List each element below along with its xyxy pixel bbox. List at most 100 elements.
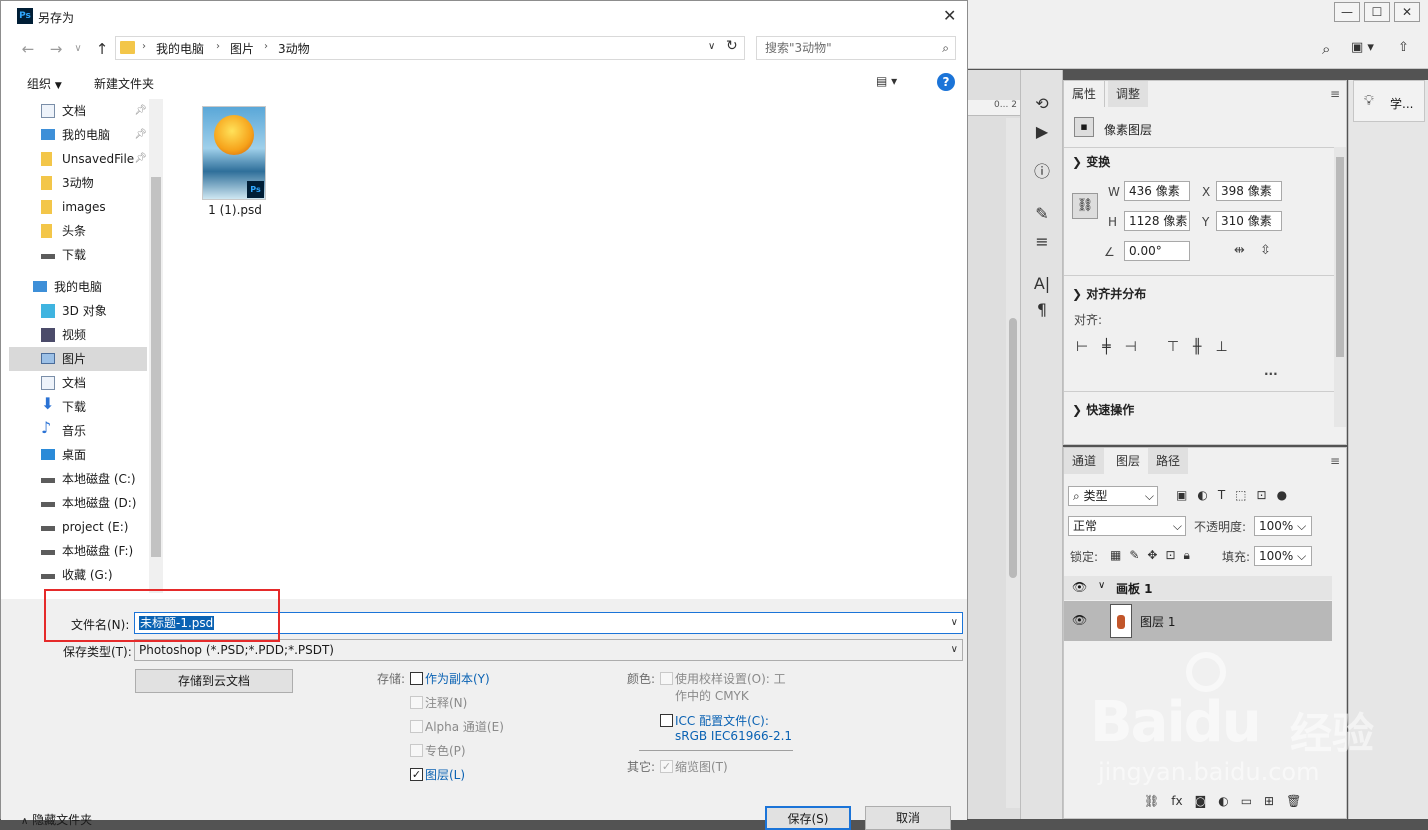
opacity-field[interactable]: 100% ⌵ — [1254, 516, 1312, 536]
chevron-down-icon[interactable]: ∨ — [708, 41, 715, 52]
shape-filter-icon[interactable]: ⬚ — [1235, 488, 1246, 502]
nav-item[interactable]: 本地磁盘 (F:) — [9, 539, 149, 563]
chevron-down-icon[interactable]: ∨ — [1098, 580, 1105, 591]
close-window-button[interactable]: ✕ — [1394, 2, 1420, 22]
panel-menu-icon[interactable]: ≡ — [1330, 87, 1340, 101]
proof-setup-checkbox[interactable] — [660, 672, 673, 685]
eye-icon[interactable]: 👁︎ — [1072, 613, 1087, 627]
nav-item[interactable]: 本地磁盘 (D:) — [9, 491, 149, 515]
smart-object-filter-icon[interactable]: ⊡ — [1257, 488, 1267, 502]
type-filter-icon[interactable]: T — [1218, 488, 1225, 502]
info-icon[interactable]: ⓘ — [1030, 162, 1054, 182]
character-icon[interactable]: A| — [1030, 274, 1054, 294]
nav-item[interactable]: ♪ 音乐 — [9, 419, 149, 443]
search-input[interactable]: 搜索"3动物" ⌕ — [756, 36, 956, 60]
nav-item[interactable]: 文档 — [9, 371, 149, 395]
notes-checkbox[interactable] — [410, 696, 423, 709]
flip-vertical-icon[interactable]: ⇳ — [1260, 243, 1271, 258]
history-icon[interactable]: ⟲ — [1030, 94, 1054, 114]
learn-tab[interactable]: 💡︎ 学... — [1353, 80, 1425, 122]
recent-chevron-icon[interactable]: ∨ — [67, 39, 89, 59]
filter-kind-select[interactable]: ⌕ 类型 ⌵ — [1068, 486, 1158, 506]
width-field[interactable]: 436 像素 — [1124, 181, 1190, 201]
nav-item[interactable]: 收藏 (G:) — [9, 563, 149, 587]
workspace-icon[interactable]: ▣ ▾ — [1351, 40, 1374, 55]
align-center-v-icon[interactable]: ╫ — [1193, 339, 1201, 355]
properties-scrollbar[interactable] — [1334, 147, 1346, 427]
tab-channels[interactable]: 通道 — [1064, 448, 1105, 474]
nav-item[interactable]: images — [9, 195, 149, 219]
nav-group-computer[interactable]: 我的电脑 — [9, 275, 149, 299]
filter-toggle-icon[interactable]: ● — [1277, 488, 1287, 502]
spot-colors-checkbox[interactable] — [410, 744, 423, 757]
align-right-icon[interactable]: ⊣ — [1125, 339, 1137, 355]
save-to-cloud-button[interactable]: 存储到云文档 — [135, 669, 293, 693]
save-button[interactable]: 保存(S) — [765, 806, 851, 830]
filetype-select[interactable]: Photoshop (*.PSD;*.PDD;*.PSDT) ∨ — [134, 639, 963, 661]
search-icon[interactable]: ⌕ — [1322, 40, 1330, 58]
refresh-icon[interactable]: ↻ — [726, 38, 738, 54]
scroll-thumb[interactable] — [1336, 157, 1344, 357]
lock-transparency-icon[interactable]: ▦ — [1110, 548, 1121, 563]
file-item[interactable]: Ps 1 (1).psd — [190, 105, 280, 221]
new-folder-button[interactable]: 新建文件夹 — [94, 75, 154, 92]
nav-item[interactable]: 3D 对象 — [9, 299, 149, 323]
icc-profile-checkbox[interactable] — [660, 714, 673, 727]
help-icon[interactable]: ? — [937, 73, 955, 91]
nav-item[interactable]: 视频 — [9, 323, 149, 347]
blend-mode-select[interactable]: 正常 ⌵ — [1068, 516, 1186, 536]
thumbnail-checkbox[interactable]: ✓ — [660, 760, 673, 773]
paragraph-icon[interactable]: ¶ — [1030, 300, 1054, 320]
back-arrow-icon[interactable]: ← — [17, 39, 39, 59]
minimize-button[interactable]: — — [1334, 2, 1360, 22]
nav-item[interactable]: project (E:) — [9, 515, 149, 539]
nav-item[interactable]: 下载 — [9, 243, 149, 267]
layer-row[interactable]: 👁︎ 图层 1 — [1064, 601, 1332, 641]
share-icon[interactable]: ⇧ — [1398, 40, 1409, 55]
adjustment-layer-icon[interactable]: ◐ — [1218, 794, 1228, 808]
new-layer-icon[interactable]: ⊞ — [1264, 794, 1274, 808]
lock-artboard-icon[interactable]: ⊡ — [1165, 548, 1175, 563]
align-center-h-icon[interactable]: ╪ — [1102, 339, 1110, 355]
tab-properties[interactable]: 属性 — [1064, 81, 1106, 107]
trash-icon[interactable]: 🗑︎ — [1286, 794, 1301, 808]
tab-layers[interactable]: 图层 — [1108, 448, 1150, 474]
nav-item[interactable]: 我的电脑 📌︎ — [9, 123, 149, 147]
transform-heading[interactable]: ❯ 变换 — [1072, 153, 1110, 170]
organize-menu[interactable]: 组织 ▼ — [27, 75, 62, 92]
cancel-button[interactable]: 取消 — [865, 806, 951, 830]
align-left-icon[interactable]: ⊢ — [1076, 339, 1088, 355]
artboard-row[interactable]: 👁︎ ∨ 画板 1 — [1064, 576, 1332, 600]
panel-menu-icon[interactable]: ≡ — [1330, 454, 1340, 468]
link-icon[interactable]: ⛓ — [1072, 193, 1098, 219]
eye-icon[interactable]: 👁︎ — [1072, 580, 1087, 594]
close-icon[interactable]: ✕ — [943, 6, 956, 25]
alpha-checkbox[interactable] — [410, 720, 423, 733]
breadcrumb-item[interactable]: 3动物 — [278, 40, 310, 57]
scroll-thumb[interactable] — [1009, 318, 1017, 578]
nav-item[interactable]: 桌面 — [9, 443, 149, 467]
breadcrumb[interactable]: › 我的电脑 › 图片 › 3动物 ∨ ↻ — [115, 36, 745, 60]
height-field[interactable]: 1128 像素 — [1124, 211, 1190, 231]
nav-item[interactable]: 本地磁盘 (C:) — [9, 467, 149, 491]
layers-label[interactable]: 图层(L) — [425, 766, 465, 783]
image-filter-icon[interactable]: ▣ — [1176, 488, 1187, 502]
mask-icon[interactable]: ◙ — [1195, 794, 1207, 808]
tab-paths[interactable]: 路径 — [1148, 448, 1189, 474]
nav-item[interactable]: 文档 📌︎ — [9, 99, 149, 123]
brush-icon[interactable]: ✎ — [1030, 204, 1054, 224]
y-field[interactable]: 310 像素 — [1216, 211, 1282, 231]
lock-all-icon[interactable]: 🔒︎ — [1184, 548, 1190, 563]
fill-field[interactable]: 100% ⌵ — [1254, 546, 1312, 566]
canvas-scrollbar[interactable] — [1006, 118, 1020, 808]
link-layers-icon[interactable]: ⛓ — [1144, 794, 1159, 808]
chevron-down-icon[interactable]: ∨ — [951, 613, 958, 633]
maximize-button[interactable]: ☐ — [1364, 2, 1390, 22]
view-options-icon[interactable]: ▤ ▾ — [876, 74, 897, 88]
chevron-down-icon[interactable]: ∨ — [951, 640, 958, 660]
up-arrow-icon[interactable]: ↑ — [91, 39, 113, 59]
hide-folders-toggle[interactable]: ∧ 隐藏文件夹 — [21, 811, 92, 828]
adjustment-filter-icon[interactable]: ◐ — [1197, 488, 1207, 502]
align-heading[interactable]: ❯ 对齐并分布 — [1072, 285, 1146, 302]
breadcrumb-item[interactable]: 图片 — [230, 40, 254, 57]
